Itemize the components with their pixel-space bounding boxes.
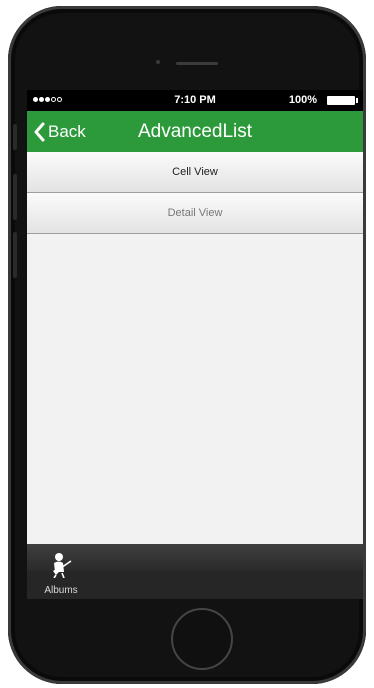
volume-down-button	[13, 232, 17, 278]
list-item-label: Cell View	[172, 166, 218, 178]
guitar-player-icon	[53, 553, 72, 578]
battery-percent: 100%	[288, 94, 317, 106]
volume-up-button	[13, 174, 17, 220]
list-item-cell-view[interactable]: Cell View	[27, 152, 363, 193]
home-button[interactable]	[171, 608, 233, 670]
list-item-label: Detail View	[167, 207, 223, 219]
tab-label: Albums	[44, 585, 78, 596]
phone-screen: 7:10 PM 100% Back AdvancedList Cell View…	[27, 90, 363, 599]
silent-switch	[13, 124, 17, 150]
navigation-bar: Back AdvancedList	[27, 111, 363, 152]
status-bar: 7:10 PM 100%	[27, 90, 363, 111]
front-camera	[156, 60, 160, 64]
page-title: AdvancedList	[137, 121, 253, 142]
tab-bar: Albums	[27, 544, 363, 599]
battery-tip	[356, 98, 358, 103]
tab-albums[interactable]: Albums	[33, 548, 93, 598]
list-item-detail-view[interactable]: Detail View	[27, 193, 363, 234]
list: Cell View Detail View	[27, 152, 363, 234]
earpiece-speaker	[176, 62, 218, 65]
battery-icon	[327, 96, 355, 105]
